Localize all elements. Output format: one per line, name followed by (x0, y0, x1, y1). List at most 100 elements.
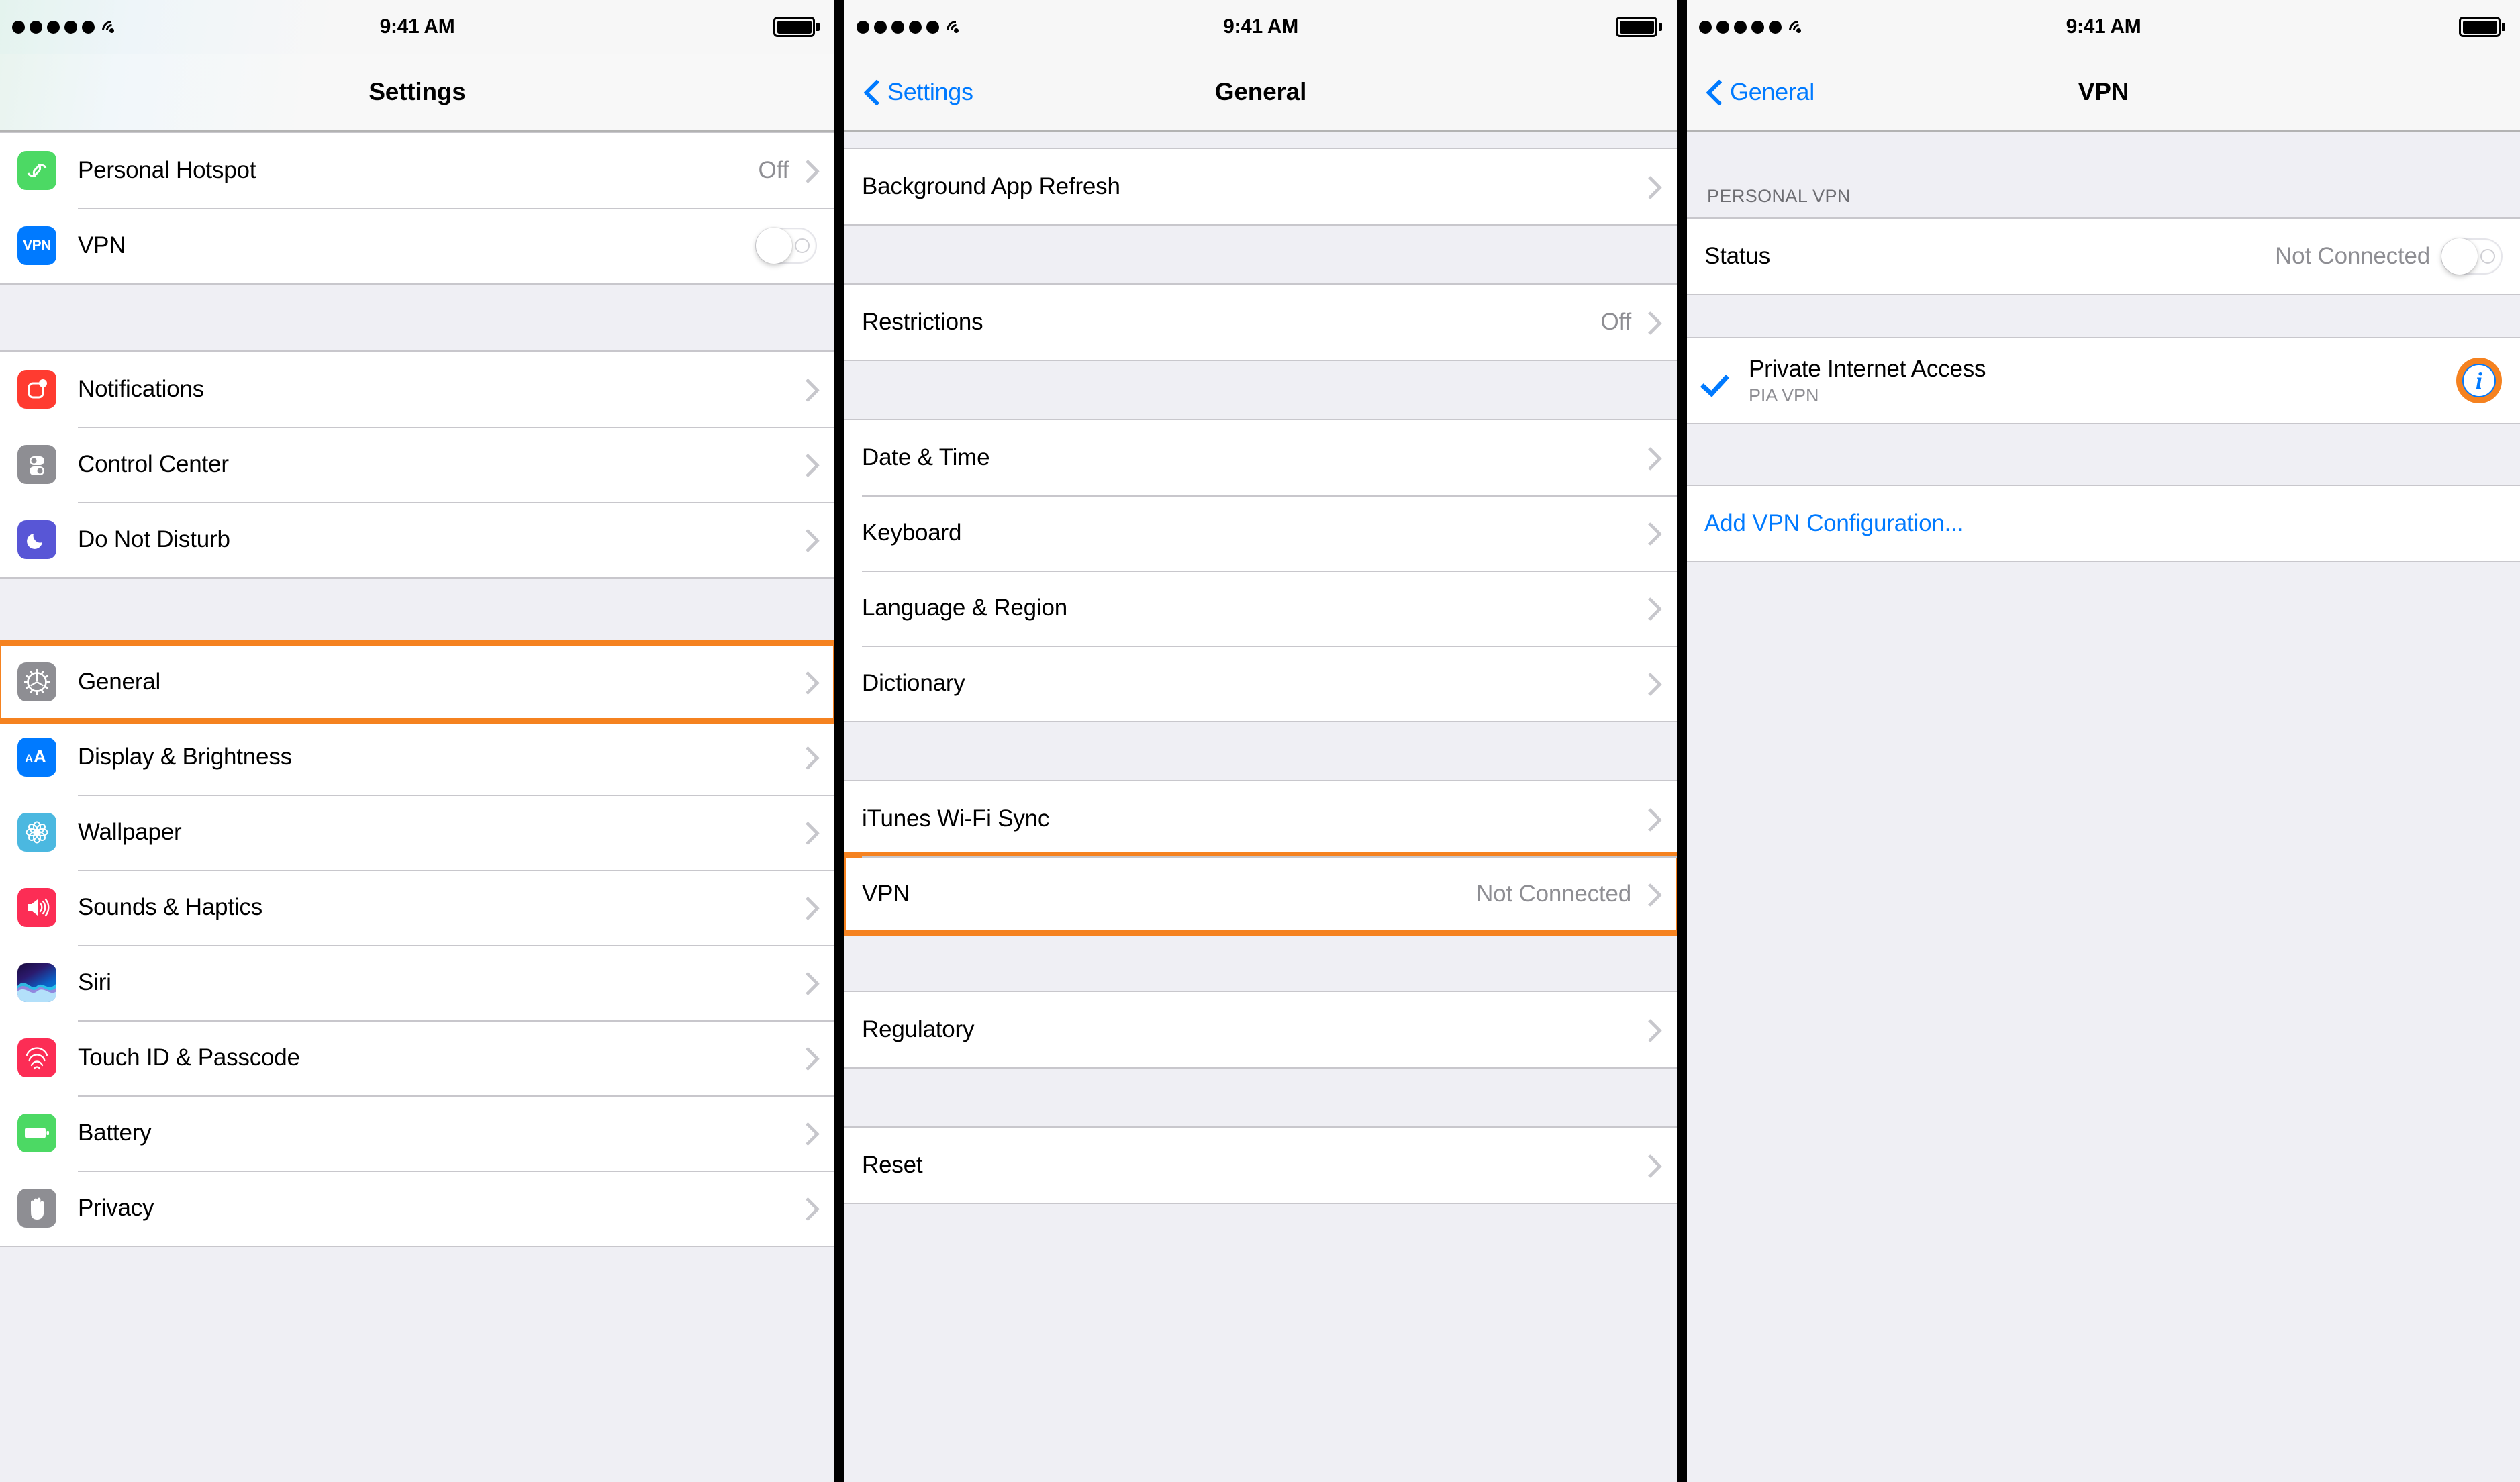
vpn-icon: VPN (17, 226, 56, 265)
vpn-toggle[interactable] (755, 228, 817, 264)
general-gear-icon (17, 662, 56, 701)
list-item-background-app-refresh[interactable]: Background App Refresh (844, 149, 1677, 224)
list-item-vpn[interactable]: VPN Not Connected (844, 852, 1677, 936)
chevron-right-icon (1642, 883, 1655, 905)
chevron-right-icon (1642, 1018, 1655, 1041)
do-not-disturb-icon (17, 520, 56, 559)
row-label: Battery (78, 1120, 152, 1146)
group-gap (1687, 424, 2520, 485)
vpn-icon-text: VPN (23, 238, 51, 253)
group-gap (0, 285, 834, 350)
settings-group-connectivity: Personal Hotspot Off VPN VPN (0, 132, 834, 285)
chevron-right-icon (799, 1197, 813, 1220)
aa-glyph: AA (23, 747, 50, 767)
row-label: Sounds & Haptics (78, 894, 263, 920)
sidebar-item-control-center[interactable]: Control Center (0, 427, 834, 502)
group-gap (844, 933, 1677, 991)
list-item-regulatory[interactable]: Regulatory (844, 992, 1677, 1067)
config-labels: Private Internet Access PIA VPN (1749, 356, 2461, 406)
display-brightness-icon: AA (17, 738, 56, 777)
sidebar-item-battery[interactable]: Battery (0, 1095, 834, 1171)
wallpaper-icon (17, 813, 56, 852)
three-phone-screenshots: 9:41 AM Settings Personal Hotspot Off VP… (0, 0, 2520, 1482)
status-value: Not Connected (2275, 243, 2430, 269)
chevron-right-icon (799, 971, 813, 994)
chevron-right-icon (799, 746, 813, 769)
row-label: Restrictions (862, 309, 983, 335)
status-bar: 9:41 AM (1687, 0, 2520, 54)
settings-table: Personal Hotspot Off VPN VPN Notificatio… (0, 132, 834, 1247)
list-item-itunes-wifi-sync[interactable]: iTunes Wi-Fi Sync (844, 781, 1677, 856)
list-item-reset[interactable]: Reset (844, 1128, 1677, 1203)
row-label: Personal Hotspot (78, 157, 256, 183)
row-label: General (78, 669, 161, 695)
sidebar-item-vpn[interactable]: VPN VPN (0, 208, 834, 283)
sidebar-item-personal-hotspot[interactable]: Personal Hotspot Off (0, 133, 834, 208)
list-item-dictionary[interactable]: Dictionary (844, 646, 1677, 721)
row-label: VPN (862, 881, 910, 907)
chevron-right-icon (799, 821, 813, 844)
nav-bar-general: Settings General (844, 54, 1677, 132)
row-label: Reset (862, 1152, 923, 1178)
nav-bar-vpn: General VPN (1687, 54, 2520, 132)
list-item-restrictions[interactable]: Restrictions Off (844, 285, 1677, 360)
sidebar-item-do-not-disturb[interactable]: Do Not Disturb (0, 502, 834, 577)
chevron-right-icon (1642, 522, 1655, 544)
row-label: Display & Brightness (78, 744, 292, 770)
row-value: Off (1600, 309, 1632, 335)
status-bar-time: 9:41 AM (2066, 15, 2141, 38)
sidebar-item-touch-id-passcode[interactable]: Touch ID & Passcode (0, 1020, 834, 1095)
group-gap (844, 361, 1677, 419)
privacy-hand-icon (17, 1189, 56, 1228)
panel-divider (834, 0, 844, 1482)
row-label: Status (1704, 243, 1771, 269)
group-gap (844, 722, 1677, 780)
sidebar-item-display-brightness[interactable]: AA Display & Brightness (0, 720, 834, 795)
group-gap (1687, 295, 2520, 337)
vpn-status-toggle[interactable] (2441, 238, 2503, 275)
chevron-right-icon (799, 528, 813, 551)
sidebar-item-notifications[interactable]: Notifications (0, 352, 834, 427)
list-item-keyboard[interactable]: Keyboard (844, 495, 1677, 571)
status-bar-time: 9:41 AM (1223, 15, 1298, 38)
chevron-right-icon (1642, 672, 1655, 695)
general-group-6: Reset (844, 1126, 1677, 1204)
sidebar-item-wallpaper[interactable]: Wallpaper (0, 795, 834, 870)
list-item-add-vpn-configuration[interactable]: Add VPN Configuration... (1687, 486, 2520, 561)
sidebar-item-siri[interactable]: Siri (0, 945, 834, 1020)
row-label: Keyboard (862, 520, 962, 546)
settings-group-system: General AA Display & Brightness Wallpape… (0, 640, 834, 1247)
chevron-right-icon (799, 453, 813, 476)
notifications-icon (17, 370, 56, 409)
general-group-2: Restrictions Off (844, 283, 1677, 361)
general-group-4: iTunes Wi-Fi Sync VPN Not Connected (844, 780, 1677, 936)
vpn-configurations-group: Private Internet Access PIA VPN i (1687, 337, 2520, 424)
battery-full-icon (773, 17, 820, 37)
row-label: Notifications (78, 376, 205, 402)
siri-icon (17, 963, 56, 1002)
page-title: VPN (2078, 78, 2129, 105)
sidebar-item-privacy[interactable]: Privacy (0, 1171, 834, 1246)
row-label: Do Not Disturb (78, 526, 230, 552)
group-gap (844, 226, 1677, 283)
sidebar-item-general[interactable]: General (0, 640, 834, 724)
chevron-right-icon (1642, 807, 1655, 830)
vpn-status-group: Status Not Connected (1687, 217, 2520, 295)
info-circle-icon[interactable]: i (2456, 358, 2502, 403)
panel-vpn: 9:41 AM General VPN PERSONAL VPN Status … (1687, 0, 2520, 1482)
row-label: Siri (78, 969, 111, 995)
row-label: iTunes Wi-Fi Sync (862, 805, 1050, 832)
touch-id-icon (17, 1038, 56, 1077)
list-item-date-time[interactable]: Date & Time (844, 420, 1677, 495)
list-item-private-internet-access[interactable]: Private Internet Access PIA VPN i (1687, 338, 2520, 423)
sidebar-item-sounds-haptics[interactable]: Sounds & Haptics (0, 870, 834, 945)
chevron-right-icon (799, 1122, 813, 1144)
page-title: General (1214, 78, 1307, 105)
config-subtitle: PIA VPN (1749, 385, 1819, 405)
config-name: Private Internet Access (1749, 355, 1986, 382)
battery-icon (17, 1114, 56, 1152)
status-bar: 9:41 AM (0, 0, 834, 54)
row-label: Touch ID & Passcode (78, 1044, 300, 1071)
list-item-language-region[interactable]: Language & Region (844, 571, 1677, 646)
status-bar: 9:41 AM (844, 0, 1677, 54)
